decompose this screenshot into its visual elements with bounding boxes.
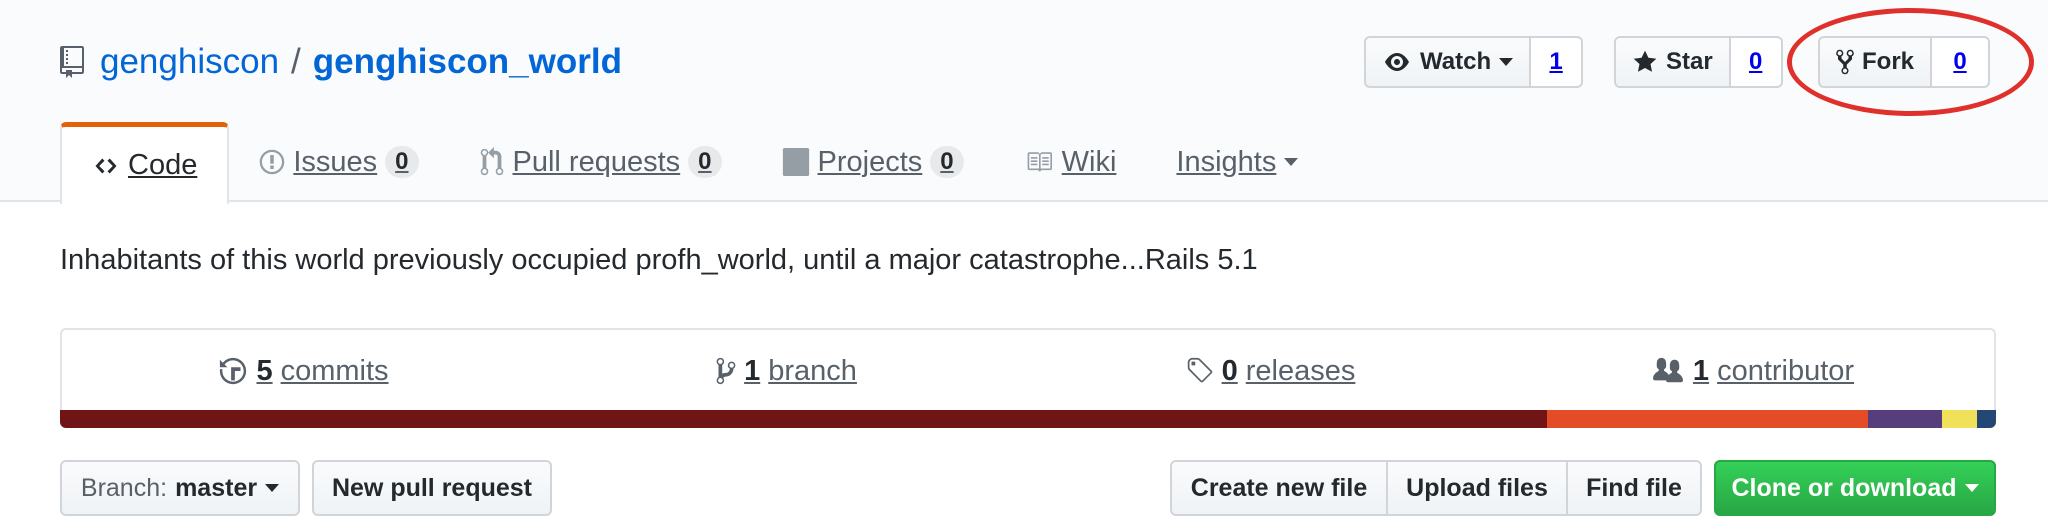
tab-issues[interactable]: Issues 0 bbox=[229, 122, 448, 202]
tab-insights-label: Insights bbox=[1176, 145, 1277, 178]
code-icon bbox=[95, 158, 117, 173]
git-pull-request-icon bbox=[480, 147, 503, 176]
language-segment bbox=[1546, 410, 1869, 428]
tab-pull-requests[interactable]: Pull requests 0 bbox=[449, 122, 752, 202]
commits-count: 5 bbox=[256, 354, 273, 387]
tag-icon bbox=[1187, 357, 1212, 383]
repo-name-link[interactable]: genghiscon_world bbox=[313, 42, 622, 82]
new-pull-request-button[interactable]: New pull request bbox=[312, 460, 552, 516]
pull-requests-counter: 0 bbox=[688, 146, 722, 178]
tab-wiki[interactable]: Wiki bbox=[994, 122, 1147, 202]
clone-or-download-button[interactable]: Clone or download bbox=[1714, 460, 1996, 516]
repo-owner-link[interactable]: genghiscon bbox=[100, 42, 279, 82]
create-new-file-button[interactable]: Create new file bbox=[1170, 460, 1388, 516]
tab-projects-label: Projects bbox=[817, 145, 923, 178]
fork-button[interactable]: Fork bbox=[1818, 36, 1933, 88]
commits-link[interactable]: 5 commits bbox=[62, 330, 545, 412]
fork-icon bbox=[1836, 49, 1854, 75]
branch-count: 1 bbox=[744, 354, 761, 387]
watch-label: Watch bbox=[1420, 48, 1492, 75]
projects-counter: 0 bbox=[930, 146, 964, 178]
tab-code[interactable]: Code bbox=[60, 122, 230, 204]
star-count[interactable]: 0 bbox=[1730, 36, 1783, 88]
language-segment bbox=[60, 410, 1547, 428]
contributors-label: contributor bbox=[1717, 354, 1855, 387]
repo-nav: Code Issues 0 Pull requests 0 Projects 0… bbox=[60, 120, 1328, 204]
chevron-down-icon bbox=[1284, 158, 1299, 166]
issues-counter: 0 bbox=[385, 146, 419, 178]
tab-issues-label: Issues bbox=[293, 145, 378, 178]
upload-files-button[interactable]: Upload files bbox=[1386, 460, 1568, 516]
chevron-down-icon bbox=[1499, 58, 1514, 66]
commits-label: commits bbox=[280, 354, 389, 387]
project-icon bbox=[782, 148, 809, 176]
fork-count[interactable]: 0 bbox=[1932, 36, 1991, 88]
branches-link[interactable]: 1 branch bbox=[545, 330, 1028, 412]
history-icon bbox=[220, 357, 247, 385]
watch-count[interactable]: 1 bbox=[1531, 36, 1584, 88]
repo-book-icon bbox=[60, 46, 84, 78]
tab-insights[interactable]: Insights bbox=[1146, 122, 1328, 202]
tab-projects[interactable]: Projects 0 bbox=[752, 122, 994, 202]
issue-opened-icon bbox=[260, 149, 285, 175]
book-icon bbox=[1027, 152, 1052, 172]
star-icon bbox=[1633, 50, 1657, 72]
releases-count: 0 bbox=[1221, 354, 1238, 387]
find-file-button[interactable]: Find file bbox=[1566, 460, 1702, 516]
chevron-down-icon bbox=[265, 484, 280, 492]
git-branch-icon bbox=[716, 357, 736, 385]
repo-header: genghiscon / genghiscon_world Watch 1 St… bbox=[0, 0, 2048, 204]
language-bar[interactable] bbox=[60, 410, 1996, 428]
clone-or-download-label: Clone or download bbox=[1731, 473, 1957, 502]
repo-title-separator: / bbox=[291, 42, 301, 81]
contributors-link[interactable]: 1 contributor bbox=[1511, 330, 1994, 412]
branch-select-value: master bbox=[175, 473, 258, 502]
language-segment bbox=[1976, 410, 1996, 428]
watch-button[interactable]: Watch bbox=[1364, 36, 1532, 88]
tab-pull-requests-label: Pull requests bbox=[512, 145, 681, 178]
file-navigation: Branch: master New pull request Create n… bbox=[60, 460, 1996, 516]
fork-label: Fork bbox=[1862, 48, 1915, 75]
branch-select-label: Branch: bbox=[80, 473, 168, 502]
branch-label: branch bbox=[768, 354, 857, 387]
repo-description: Inhabitants of this world previously occ… bbox=[60, 244, 1258, 276]
numbers-summary: 5 commits 1 branch 0 releases 1 contribu… bbox=[60, 328, 1996, 412]
tab-code-label: Code bbox=[128, 149, 198, 181]
branch-select-button[interactable]: Branch: master bbox=[60, 460, 300, 516]
chevron-down-icon bbox=[1964, 484, 1979, 492]
language-segment bbox=[1868, 410, 1942, 428]
releases-label: releases bbox=[1245, 354, 1356, 387]
star-button[interactable]: Star bbox=[1614, 36, 1731, 88]
repo-title: genghiscon / genghiscon_world bbox=[58, 40, 622, 84]
star-label: Star bbox=[1666, 48, 1713, 75]
tab-wiki-label: Wiki bbox=[1061, 145, 1117, 178]
language-segment bbox=[1941, 410, 1977, 428]
eye-icon bbox=[1385, 53, 1409, 71]
people-icon bbox=[1652, 357, 1683, 383]
contributors-count: 1 bbox=[1692, 354, 1710, 387]
releases-link[interactable]: 0 releases bbox=[1028, 330, 1511, 412]
